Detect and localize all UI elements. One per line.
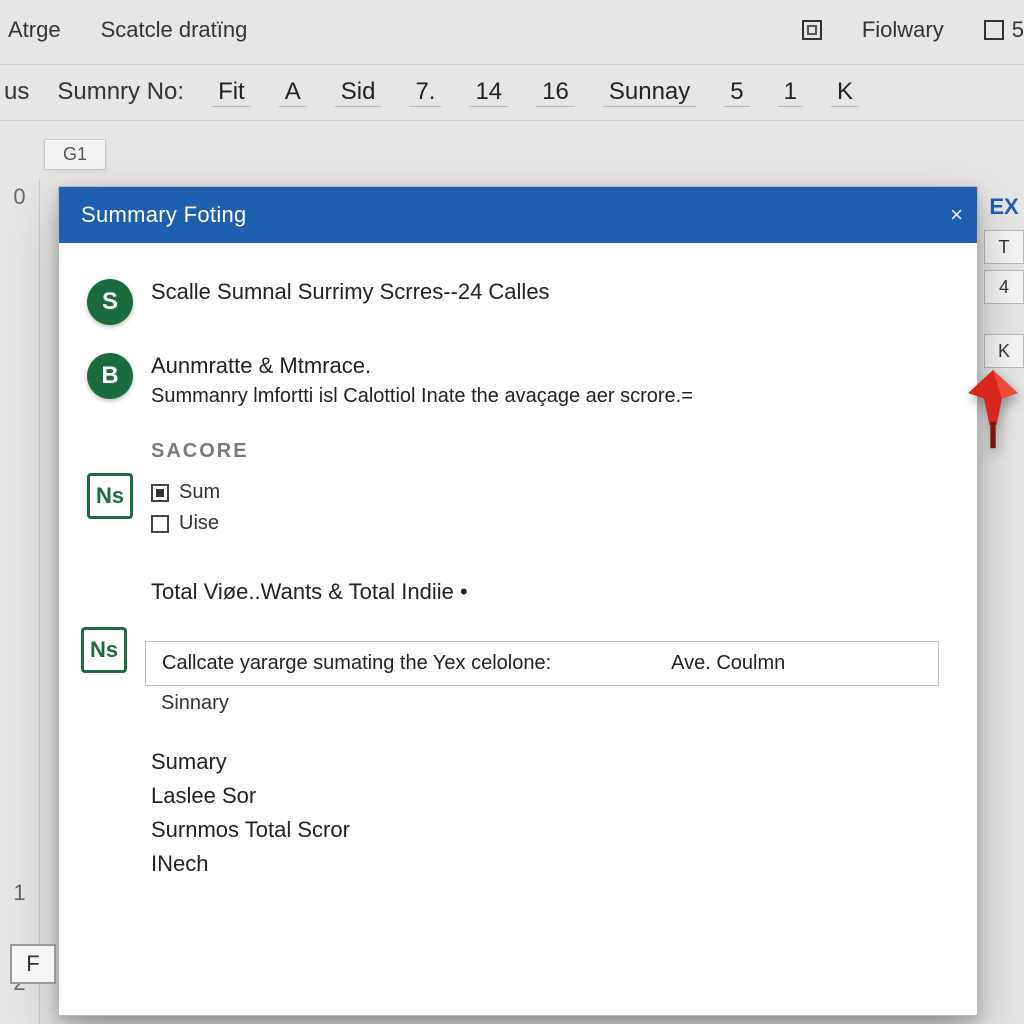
mini-item-sum[interactable]: Sum bbox=[151, 477, 949, 508]
right-cell-K[interactable]: K bbox=[984, 334, 1024, 368]
mini-use-label: Uise bbox=[179, 512, 219, 535]
ribbon-scale[interactable]: Scatcle dratïng bbox=[101, 17, 248, 43]
option-s[interactable]: S Scalle Sumnal Surrimy Scrres--24 Calle… bbox=[81, 261, 955, 335]
row2-14: 14 bbox=[469, 78, 508, 107]
ribbon-checkbox-1[interactable] bbox=[802, 20, 822, 40]
row-number-1[interactable]: 1 bbox=[0, 880, 39, 906]
right-cell-4[interactable]: 4 bbox=[984, 270, 1024, 304]
calc-field[interactable]: Callcate yararge sumating the Yex celolo… bbox=[145, 641, 939, 686]
badge-ns-icon: Ns bbox=[87, 473, 133, 519]
dialog-body: S Scalle Sumnal Surrimy Scrres--24 Calle… bbox=[59, 243, 977, 891]
option-s-title: Scalle Sumnal Surrimy Scrres--24 Calles bbox=[151, 279, 550, 305]
box-icon bbox=[984, 20, 1004, 40]
summary-dialog: Summary Foting × S Scalle Sumnal Surrimy… bbox=[58, 186, 978, 1016]
row2-sunnay[interactable]: Sunnay bbox=[603, 78, 696, 107]
ribbon-row-2: us Sumnry No: Fit A Sid 7. 14 16 Sunnay … bbox=[0, 70, 1024, 114]
row2-fit[interactable]: Fit bbox=[212, 78, 251, 107]
row2-prefix: us bbox=[4, 78, 29, 106]
right-edge-cells: EX T 4 K bbox=[984, 270, 1024, 374]
badge-ns2-icon: Ns bbox=[81, 627, 127, 673]
cell-name-box[interactable]: G1 bbox=[44, 139, 106, 170]
calc-field-right: Ave. Coulmn bbox=[671, 652, 785, 675]
ribbon-extra-value: 5 bbox=[1012, 17, 1024, 43]
checkbox-icon bbox=[802, 20, 822, 40]
option-b-subtitle: Summanry lmfortti isl Calottiol Inate th… bbox=[151, 385, 693, 408]
ribbon-extra-box[interactable]: 5 bbox=[984, 17, 1024, 43]
section-sacore-label: SACORE bbox=[151, 440, 955, 463]
ribbon-row-1: Atrge Scatcle dratïng Fiolwary 5 bbox=[0, 0, 1024, 60]
dialog-header: Summary Foting × bbox=[59, 187, 977, 243]
row2-16: 16 bbox=[536, 78, 575, 107]
list-inech[interactable]: INech bbox=[151, 847, 955, 881]
mini-sum-label: Sum bbox=[179, 481, 220, 504]
list-sumary[interactable]: Sumary bbox=[151, 745, 955, 779]
dialog-title: Summary Foting bbox=[81, 202, 247, 228]
row2-5: 5 bbox=[724, 78, 749, 107]
row2-7: 7. bbox=[409, 78, 441, 107]
badge-b-icon: B bbox=[87, 353, 133, 399]
summary-no-label: Sumnry No: bbox=[57, 78, 184, 106]
option-b-title: Aunmratte & Mtmrace. bbox=[151, 353, 693, 379]
row2-sid[interactable]: Sid bbox=[335, 78, 382, 107]
ex-label: EX bbox=[984, 190, 1024, 224]
calc-field-below: Sinnary bbox=[161, 692, 955, 715]
ribbon-arrange[interactable]: Atrge bbox=[8, 17, 61, 43]
row-number-gutter: 0 1 2 bbox=[0, 180, 40, 1024]
row2-k: K bbox=[831, 78, 859, 107]
calc-field-left: Callcate yararge sumating the Yex celolo… bbox=[162, 652, 551, 675]
row2-a[interactable]: A bbox=[279, 78, 307, 107]
name-box-row: G1 bbox=[0, 130, 1024, 178]
list-laslee[interactable]: Laslee Sor bbox=[151, 779, 955, 813]
doc-icon bbox=[151, 484, 169, 502]
total-line: Total Viøe..Wants & Total Indiie • bbox=[151, 577, 955, 607]
list-surnmos[interactable]: Surnmos Total Scror bbox=[151, 813, 955, 847]
option-b[interactable]: B Aunmratte & Mtmrace. Summanry lmfortti… bbox=[81, 335, 955, 418]
row2-1: 1 bbox=[778, 78, 803, 107]
row-number-0[interactable]: 0 bbox=[0, 184, 39, 210]
mini-item-use[interactable]: Uise bbox=[151, 508, 949, 539]
row-header-F[interactable]: F bbox=[10, 944, 56, 984]
summary-list: Sumary Laslee Sor Surnmos Total Scror IN… bbox=[151, 745, 955, 881]
ribbon-followary[interactable]: Fiolwary bbox=[862, 17, 944, 43]
right-cell-T[interactable]: T bbox=[984, 230, 1024, 264]
dialog-close-button[interactable]: × bbox=[950, 202, 963, 228]
option-ns[interactable]: Ns Sum Uise bbox=[81, 463, 955, 549]
badge-s-icon: S bbox=[87, 279, 133, 325]
doc-icon bbox=[151, 515, 169, 533]
